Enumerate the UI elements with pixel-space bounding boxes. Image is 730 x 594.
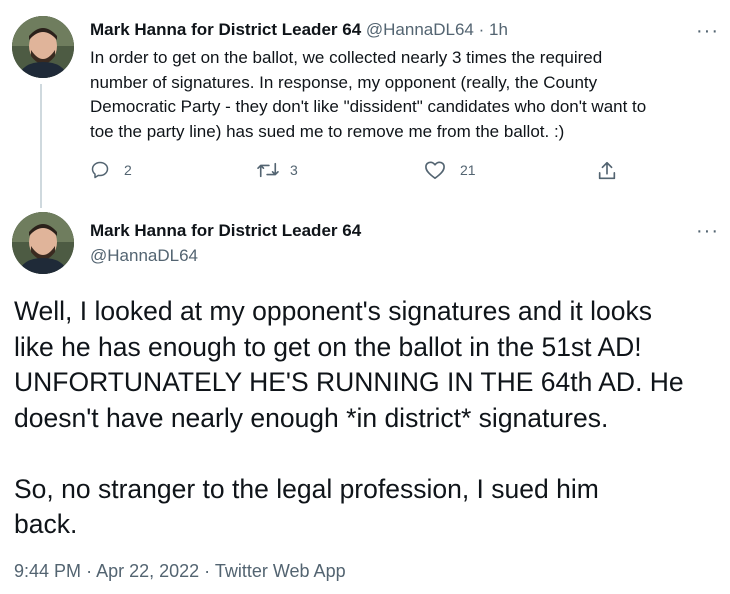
tweet-text-line: back.: [14, 509, 78, 539]
retweet-icon: [256, 160, 280, 180]
more-icon[interactable]: ···: [696, 21, 719, 41]
tweet-metadata: 9:44 PM · Apr 22, 2022 · Twitter Web App: [14, 561, 346, 582]
retweet-count: 3: [290, 162, 298, 178]
tweet-1-text: In order to get on the ballot, we collec…: [90, 46, 730, 144]
tweet-2-header: Mark Hanna for District Leader 64: [90, 221, 361, 241]
tweet-date[interactable]: Apr 22, 2022: [96, 561, 199, 581]
tweet-text-line: Well, I looked at my opponent's signatur…: [14, 296, 652, 326]
tweet-text-line: number of signatures. In response, my op…: [90, 72, 598, 92]
thread-connector-line: [40, 84, 42, 208]
tweet-time[interactable]: 1h: [489, 20, 508, 39]
tweet-time[interactable]: 9:44 PM: [14, 561, 81, 581]
tweet-2-text: Well, I looked at my opponent's signatur…: [14, 294, 730, 543]
author-name[interactable]: Mark Hanna for District Leader 64: [90, 20, 361, 39]
avatar[interactable]: [12, 212, 74, 274]
tweet-1-header: Mark Hanna for District Leader 64 @Hanna…: [90, 20, 508, 40]
author-name[interactable]: Mark Hanna for District Leader 64: [90, 221, 361, 240]
avatar[interactable]: [12, 16, 74, 78]
retweet-button[interactable]: 3: [256, 160, 298, 180]
tweet-text-line: doesn't have nearly enough *in district*…: [14, 402, 609, 433]
author-handle[interactable]: @HannaDL64: [90, 246, 198, 266]
share-button[interactable]: [596, 160, 618, 182]
reply-count: 2: [124, 162, 132, 178]
like-count: 21: [460, 162, 476, 178]
separator: ·: [478, 20, 485, 39]
tweet-text-line: In order to get on the ballot, we collec…: [90, 48, 603, 67]
tweet-text-line: UNFORTUNATELY HE'S RUNNING IN THE 64th A…: [14, 367, 684, 397]
separator: ·: [86, 561, 93, 581]
tweet-source[interactable]: Twitter Web App: [215, 561, 346, 581]
heart-icon: [424, 160, 446, 180]
reply-icon: [90, 160, 110, 180]
author-handle[interactable]: @HannaDL64: [366, 20, 474, 39]
tweet-text-line: Democratic Party - they don't like "diss…: [90, 97, 647, 116]
reply-button[interactable]: 2: [90, 160, 132, 180]
share-icon: [596, 160, 618, 182]
separator: ·: [204, 561, 211, 581]
tweet-text-line: like he has enough to get on the ballot …: [14, 331, 642, 362]
like-button[interactable]: 21: [424, 160, 476, 180]
more-icon[interactable]: ···: [696, 221, 719, 241]
tweet-text-line: toe the party line) has sued me to remov…: [90, 121, 565, 141]
tweet-text-line: So, no stranger to the legal profession,…: [14, 473, 599, 504]
